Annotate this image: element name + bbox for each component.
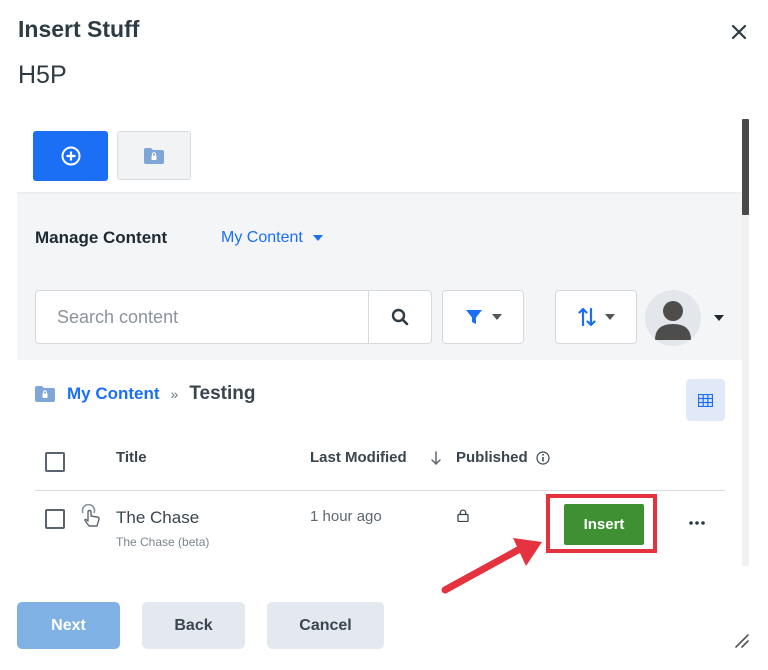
cancel-button[interactable]: Cancel	[267, 602, 384, 649]
caret-down-icon	[604, 314, 615, 320]
select-all-checkbox[interactable]	[45, 452, 65, 472]
manage-content-panel: Manage Content My Content	[17, 192, 742, 360]
resize-handle-icon[interactable]	[733, 632, 749, 648]
more-dots-icon	[689, 521, 705, 525]
search-box	[35, 290, 432, 344]
grid-view-button[interactable]	[686, 379, 725, 421]
breadcrumb-separator: »	[170, 386, 179, 402]
search-input[interactable]	[36, 291, 368, 343]
folder-lock-icon	[144, 147, 164, 164]
caret-down-icon	[714, 315, 724, 321]
caret-down-icon	[491, 314, 502, 320]
scrollbar-thumb[interactable]	[742, 119, 749, 215]
more-options-button[interactable]	[685, 516, 709, 530]
row-checkbox[interactable]	[45, 509, 65, 529]
breadcrumb: My Content » Testing	[34, 383, 256, 405]
user-avatar-icon	[645, 290, 701, 346]
sort-icon	[577, 307, 596, 327]
breadcrumb-root-link[interactable]: My Content	[67, 384, 160, 404]
insert-button[interactable]: Insert	[564, 504, 644, 545]
back-button[interactable]: Back	[142, 602, 245, 649]
create-content-button[interactable]	[33, 131, 108, 181]
touch-icon	[81, 504, 100, 527]
lock-icon	[457, 509, 469, 522]
folder-lock-icon	[35, 386, 55, 402]
close-icon	[731, 24, 747, 40]
tool-title: H5P	[18, 61, 67, 89]
content-type-label: The Chase (beta)	[116, 535, 210, 549]
row-divider	[35, 490, 725, 491]
close-button[interactable]	[727, 20, 751, 44]
next-button[interactable]: Next	[17, 602, 120, 649]
annotation-arrow-icon	[441, 538, 542, 594]
column-header-last-modified[interactable]: Last Modified	[310, 449, 407, 466]
search-icon	[391, 308, 409, 326]
info-icon[interactable]	[536, 451, 550, 465]
content-last-modified: 1 hour ago	[310, 508, 382, 525]
content-title[interactable]: The Chase	[116, 508, 199, 528]
manage-content-label: Manage Content	[35, 228, 168, 247]
filter-button[interactable]	[442, 290, 524, 344]
user-menu[interactable]	[645, 290, 724, 346]
grid-view-icon	[698, 393, 713, 407]
breadcrumb-current: Testing	[189, 383, 256, 404]
content-view-dropdown[interactable]: My Content	[221, 229, 323, 247]
search-button[interactable]	[368, 291, 431, 343]
content-view-label: My Content	[221, 229, 303, 246]
sort-down-arrow-icon	[431, 451, 441, 466]
filter-icon	[465, 310, 482, 324]
content-library-button[interactable]	[117, 131, 191, 180]
caret-down-icon	[312, 235, 323, 241]
plus-circle-icon	[61, 146, 80, 166]
column-header-title[interactable]: Title	[116, 449, 147, 466]
sort-button[interactable]	[555, 290, 637, 344]
column-header-published[interactable]: Published	[456, 449, 528, 466]
dialog-title: Insert Stuff	[18, 16, 140, 42]
